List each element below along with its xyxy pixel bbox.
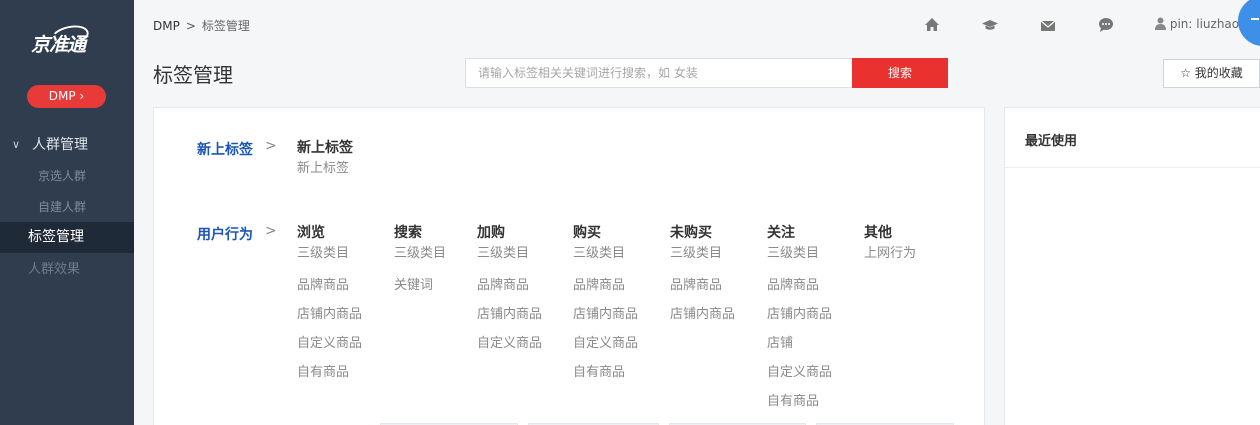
chevron-down-icon: ∨ <box>12 138 21 151</box>
tag-item[interactable]: 新上标签 <box>297 160 353 186</box>
breadcrumb-separator: > <box>185 19 196 33</box>
tag-item[interactable]: 自定义商品 <box>767 358 832 387</box>
tag-column-purchase: 购买 三级类目 品牌商品 店铺内商品 自定义商品 自有商品 <box>573 224 638 387</box>
tag-item[interactable]: 品牌商品 <box>297 271 362 300</box>
sidebar-item-crowd-effect[interactable]: 人群效果 <box>0 254 134 285</box>
tag-item[interactable]: 三级类目 <box>573 245 638 271</box>
tag-item[interactable]: 上网行为 <box>864 245 916 271</box>
tag-column-browse: 浏览 三级类目 品牌商品 店铺内商品 自定义商品 自有商品 <box>297 224 362 387</box>
sidebar: 京准通 DMP › ∨ 人群管理 京选人群 自建人群 标签管理 人群效果 <box>0 0 134 425</box>
tag-column-new: 新上标签 新上标签 <box>297 139 353 186</box>
chevron-right-icon: › <box>79 89 85 103</box>
dmp-button[interactable]: DMP › <box>27 85 106 108</box>
tag-column-head: 未购买 <box>670 225 712 241</box>
tag-item[interactable]: 三级类目 <box>477 245 542 271</box>
category-new-tags[interactable]: 新上标签 <box>197 139 253 159</box>
user-icon <box>1155 17 1166 30</box>
tag-column-head: 购买 <box>573 225 601 241</box>
tag-item[interactable]: 自有商品 <box>573 358 638 387</box>
favorites-label: 我的收藏 <box>1194 66 1243 80</box>
tag-column-head: 新上标签 <box>297 140 353 156</box>
tag-item[interactable]: 三级类目 <box>670 245 735 271</box>
tag-column-head: 其他 <box>864 225 892 241</box>
tag-column-add-to-cart: 加购 三级类目 品牌商品 店铺内商品 自定义商品 <box>477 224 542 358</box>
tag-column-follow: 关注 三级类目 品牌商品 店铺内商品 店铺 自定义商品 自有商品 <box>767 224 832 416</box>
tag-item[interactable]: 三级类目 <box>297 245 362 271</box>
tag-item[interactable]: 关键词 <box>394 271 446 300</box>
tag-item[interactable]: 自有商品 <box>767 387 832 416</box>
logo-text: 京准通 <box>31 34 86 56</box>
favorites-button[interactable]: ☆ 我的收藏 <box>1163 59 1260 88</box>
search-button[interactable]: 搜索 <box>852 58 948 88</box>
nav-group-label: 人群管理 <box>32 137 88 153</box>
tag-item[interactable]: 店铺内商品 <box>573 300 638 329</box>
tag-column-head: 加购 <box>477 225 505 241</box>
tag-item[interactable]: 自定义商品 <box>477 329 542 358</box>
tag-item[interactable]: 三级类目 <box>767 245 832 271</box>
tag-column-search: 搜索 三级类目 关键词 <box>394 224 446 300</box>
tag-panel: 新上标签 > 新上标签 新上标签 用户行为 > 浏览 三级类目 品牌商品 店铺内… <box>153 107 985 425</box>
tag-item[interactable]: 店铺内商品 <box>767 300 832 329</box>
sidebar-item-custom-crowd[interactable]: 自建人群 <box>0 192 134 223</box>
sidebar-item-jingxuan-crowd[interactable]: 京选人群 <box>0 161 134 192</box>
star-icon: ☆ <box>1180 66 1191 80</box>
tag-item[interactable]: 品牌商品 <box>477 271 542 300</box>
home-icon[interactable] <box>924 17 940 33</box>
sidebar-item-tag-management[interactable]: 标签管理 <box>0 222 134 253</box>
tag-item[interactable]: 自定义商品 <box>573 329 638 358</box>
tag-item[interactable]: 店铺内商品 <box>297 300 362 329</box>
tag-column-other: 其他 上网行为 <box>864 224 916 271</box>
tag-item[interactable]: 自有商品 <box>297 358 362 387</box>
tag-item[interactable]: 店铺 <box>767 329 832 358</box>
breadcrumb-current: 标签管理 <box>201 19 250 33</box>
tag-item[interactable]: 品牌商品 <box>767 271 832 300</box>
tag-item[interactable]: 自定义商品 <box>297 329 362 358</box>
floating-add-button[interactable] <box>1238 0 1260 46</box>
minus-icon <box>1251 18 1259 20</box>
tag-item[interactable]: 店铺内商品 <box>477 300 542 329</box>
search-input[interactable] <box>465 58 853 88</box>
nav-group-crowd-management[interactable]: ∨ 人群管理 <box>0 134 134 156</box>
category-arrow: > <box>265 138 277 154</box>
mail-icon[interactable] <box>1040 18 1056 34</box>
recent-panel-title: 最近使用 <box>1005 108 1260 168</box>
tag-item[interactable]: 品牌商品 <box>573 271 638 300</box>
tag-column-head: 关注 <box>767 225 795 241</box>
tag-item[interactable]: 三级类目 <box>394 245 446 271</box>
graduation-cap-icon[interactable] <box>982 17 998 33</box>
breadcrumb: DMP > 标签管理 <box>153 17 250 34</box>
category-arrow: > <box>265 223 277 239</box>
tag-column-head: 浏览 <box>297 225 325 241</box>
tag-column-head: 搜索 <box>394 225 422 241</box>
breadcrumb-root[interactable]: DMP <box>153 19 180 33</box>
category-user-behavior[interactable]: 用户行为 <box>197 224 253 244</box>
jzt-logo[interactable]: 京准通 <box>31 22 103 60</box>
chat-icon[interactable] <box>1098 17 1114 33</box>
dmp-button-label: DMP <box>48 89 76 103</box>
tag-item[interactable]: 店铺内商品 <box>670 300 735 329</box>
recent-panel: 最近使用 <box>1004 107 1260 425</box>
page-title: 标签管理 <box>153 63 233 87</box>
tag-column-not-purchased: 未购买 三级类目 品牌商品 店铺内商品 <box>670 224 735 329</box>
tag-item[interactable]: 品牌商品 <box>670 271 735 300</box>
